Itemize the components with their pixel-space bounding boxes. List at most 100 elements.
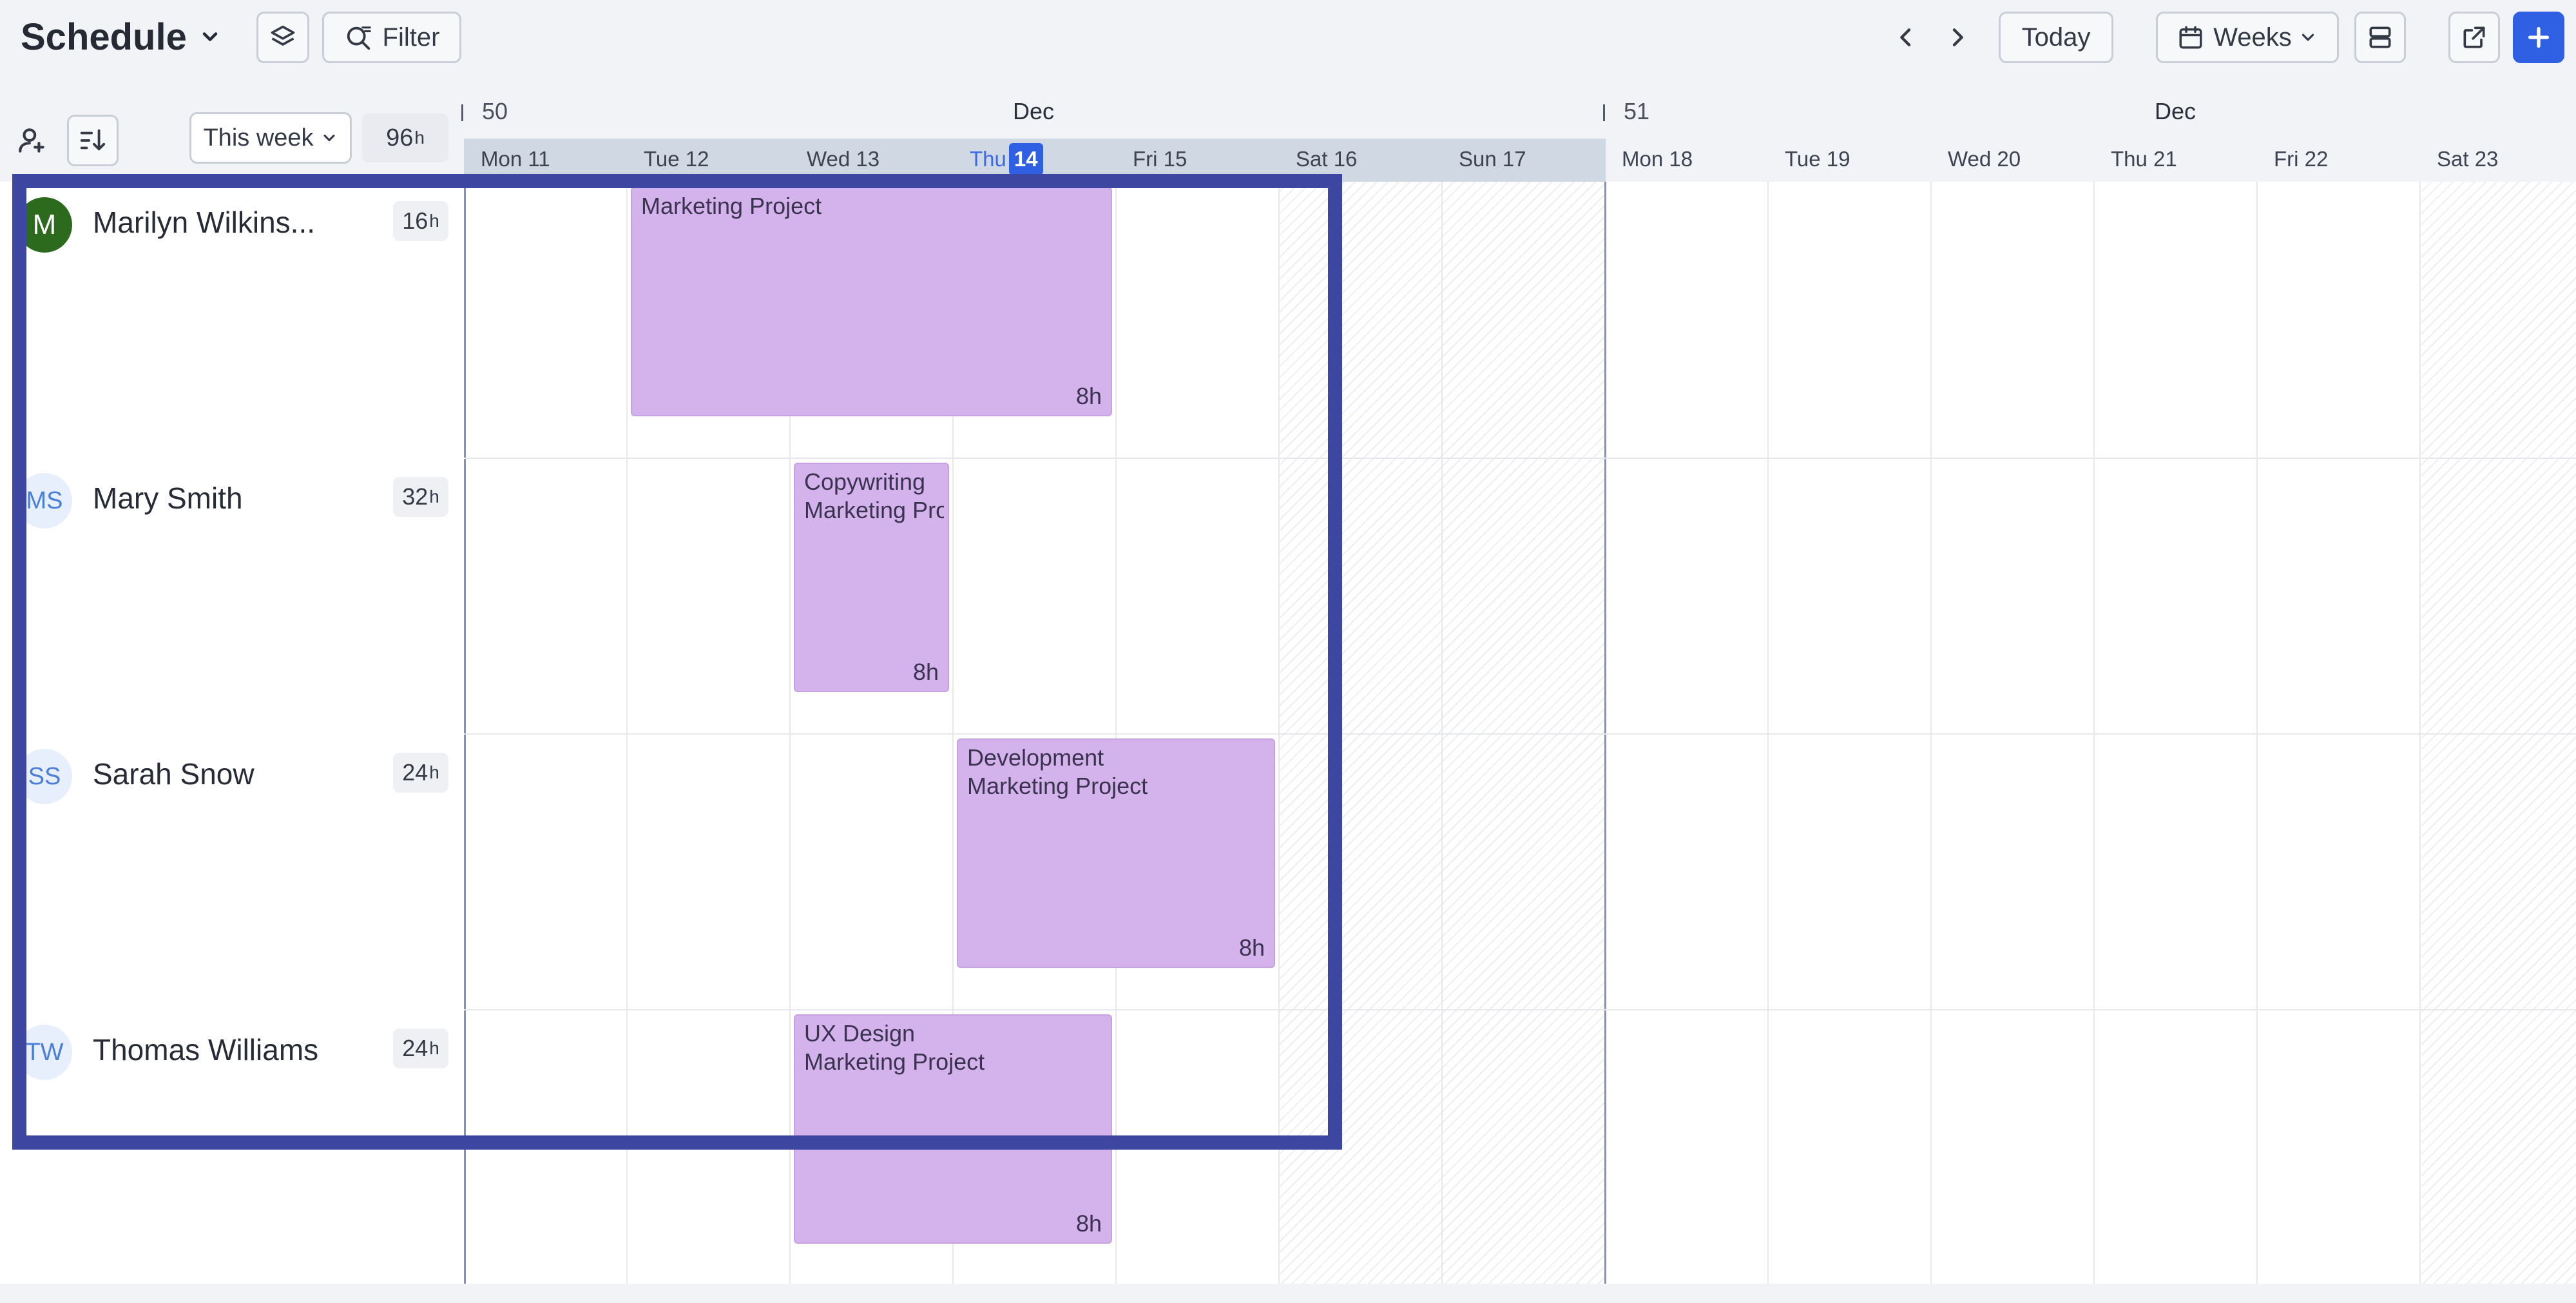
- day-header: Tue 12: [644, 143, 709, 175]
- chevron-down-icon: [202, 32, 218, 41]
- chevron-down-icon: [323, 134, 335, 142]
- day-column-divider: [1441, 182, 1443, 1284]
- event-title: Development Marketing Project: [967, 744, 1148, 800]
- day-header-today: Thu 14: [970, 143, 1043, 175]
- day-label-text: Fri 22: [2274, 147, 2329, 171]
- layers-button[interactable]: [256, 12, 309, 63]
- schedule-app: Schedule Filter Today Weeks This week 96…: [0, 0, 2576, 1303]
- add-user-icon: [19, 128, 44, 153]
- day-column-divider: [2093, 182, 2095, 1284]
- row-divider: [464, 458, 2576, 459]
- day-label-text: Sat 23: [2437, 147, 2499, 171]
- people-list: M Marilyn Wilkins... 16 h MS Mary Smith 3…: [0, 182, 464, 1284]
- calendar-grid: 50 Dec 51 Dec Mon 11 Tue 12 Wed 13 Thu 14 Fri…: [461, 97, 2576, 1284]
- next-week-button[interactable]: [1937, 17, 1978, 58]
- filter-label: Filter: [382, 23, 440, 52]
- person-name: Mary Smith: [93, 481, 243, 515]
- day-column-divider: [2256, 182, 2258, 1284]
- day-header: Fri 22: [2274, 143, 2328, 175]
- range-select[interactable]: This week: [189, 112, 352, 164]
- day-label-text: Sat 16: [1296, 147, 1358, 171]
- event-task-name: Copywriting: [804, 468, 926, 495]
- event-project-name: Marketing Project: [804, 1048, 985, 1075]
- person-row[interactable]: SS Sarah Snow 24 h: [0, 733, 464, 1009]
- day-label-text: Wed 13: [807, 147, 880, 171]
- event-project-name: Marketing Project: [804, 497, 944, 523]
- month-label: Dec: [1013, 98, 1055, 124]
- schedule-event[interactable]: CopywritingMarketing Project 8h: [794, 463, 949, 692]
- day-column-divider: [1930, 182, 1932, 1284]
- day-label-text: Mon 18: [1622, 147, 1693, 171]
- day-label-text: Tue 19: [1785, 147, 1850, 171]
- chevron-down-icon: [2302, 34, 2314, 41]
- person-name: Marilyn Wilkins...: [93, 206, 316, 239]
- avatar: TW: [17, 1025, 72, 1080]
- row-layout-button[interactable]: [2354, 12, 2406, 63]
- today-label: Today: [2021, 23, 2091, 52]
- schedule-event[interactable]: UX Design Marketing Project 8h: [794, 1014, 1112, 1244]
- external-link-icon: [2463, 26, 2485, 48]
- schedule-title-dropdown[interactable]: Schedule: [21, 8, 222, 66]
- person-hours-badge: 24 h: [393, 1028, 448, 1068]
- day-header: Sun 17: [1459, 143, 1526, 175]
- today-date-badge: 14: [1008, 143, 1043, 175]
- add-button[interactable]: [2513, 12, 2564, 63]
- total-hours-badge: 96 h: [362, 113, 448, 162]
- event-title: CopywritingMarketing Project: [804, 468, 944, 525]
- day-label-text: Fri 15: [1133, 147, 1187, 171]
- event-title: UX Design Marketing Project: [804, 1019, 985, 1076]
- plus-icon: [2528, 26, 2550, 48]
- day-header: Mon 11: [481, 143, 550, 175]
- avatar: M: [17, 197, 72, 253]
- today-button[interactable]: Today: [1999, 12, 2113, 63]
- day-label-text: Wed 20: [1948, 147, 2021, 171]
- schedule-event[interactable]: Marketing Project 8h: [631, 187, 1112, 416]
- open-external-button[interactable]: [2448, 12, 2500, 63]
- event-task-name: Marketing Project: [641, 193, 822, 219]
- person-row[interactable]: MS Mary Smith 32 h: [0, 458, 464, 733]
- day-column-divider: [1604, 182, 1606, 1284]
- weekend-shading: [1280, 182, 1606, 1284]
- sort-descending-icon: [80, 129, 106, 151]
- view-select[interactable]: Weeks: [2156, 12, 2339, 63]
- week-number: 50: [482, 98, 508, 124]
- total-hours-value: 96: [386, 124, 414, 151]
- row-divider: [464, 1009, 2576, 1010]
- person-row[interactable]: TW Thomas Williams 24 h: [0, 1009, 464, 1285]
- day-label-text: Tue 12: [644, 147, 709, 171]
- chevron-right-icon: [1952, 28, 1963, 46]
- sort-button[interactable]: [67, 115, 119, 166]
- add-person-button[interactable]: [6, 115, 58, 166]
- avatar: MS: [17, 473, 72, 528]
- previous-week-button[interactable]: [1885, 17, 1927, 58]
- event-hours: 8h: [912, 659, 939, 685]
- month-label: Dec: [2155, 98, 2196, 124]
- event-project-name: Marketing Project: [967, 773, 1148, 799]
- toolbar: Schedule Filter Today Weeks: [0, 0, 2576, 74]
- total-hours-unit: h: [414, 128, 425, 148]
- person-row[interactable]: M Marilyn Wilkins... 16 h: [0, 182, 464, 458]
- calendar-icon: [2179, 26, 2202, 49]
- event-title: Marketing Project: [641, 192, 822, 220]
- avatar: SS: [17, 749, 72, 804]
- day-header: Sat 23: [2437, 143, 2498, 175]
- day-column-divider: [1115, 182, 1117, 1284]
- day-header: Mon 18: [1622, 143, 1693, 175]
- person-hours-badge: 32 h: [393, 477, 448, 517]
- day-header: Wed 20: [1948, 143, 2021, 175]
- schedule-grid[interactable]: Marketing Project 8h Copywriting Marketing …: [464, 182, 2576, 1284]
- week-marker: [1603, 104, 1605, 121]
- day-label-text: Thu: [970, 147, 1006, 171]
- range-select-value: This week: [203, 124, 314, 151]
- week-number: 51: [1624, 98, 1650, 124]
- day-header: Tue 19: [1785, 143, 1850, 175]
- event-hours: 8h: [1238, 934, 1265, 961]
- day-header: Thu 21: [2111, 143, 2177, 175]
- schedule-event[interactable]: Development Marketing Project 8h: [957, 738, 1275, 968]
- person-hours-badge: 24 h: [393, 753, 448, 793]
- day-label-text: Mon 11: [481, 147, 550, 171]
- day-column-divider: [1767, 182, 1769, 1284]
- filter-button[interactable]: Filter: [322, 12, 461, 63]
- event-hours: 8h: [1075, 383, 1102, 409]
- day-column-divider: [1278, 182, 1280, 1284]
